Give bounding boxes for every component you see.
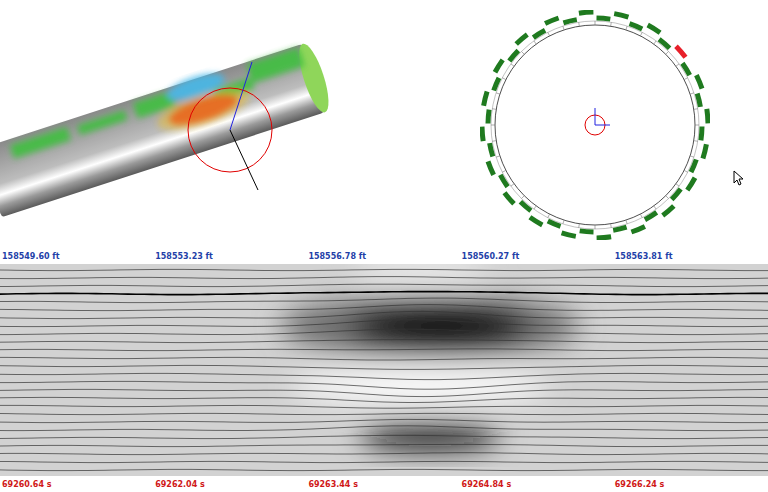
signal-trace bbox=[0, 340, 768, 343]
ring-segment bbox=[580, 231, 594, 232]
time-label: 69262.04 s bbox=[155, 480, 308, 489]
signal-trace bbox=[0, 269, 768, 270]
signal-trace bbox=[0, 298, 768, 303]
top-views bbox=[0, 0, 768, 248]
time-axis: 69260.64 s69262.04 s69263.44 s69264.84 s… bbox=[0, 476, 768, 492]
ring-segment bbox=[488, 161, 494, 175]
signal-trace bbox=[0, 311, 768, 318]
ring-segment bbox=[701, 127, 702, 141]
distance-label: 158553.23 ft bbox=[155, 252, 308, 261]
pipe-inspection-view: 158549.60 ft158553.23 ft158556.78 ft1585… bbox=[0, 0, 768, 492]
distance-label: 158563.81 ft bbox=[615, 252, 768, 261]
ring-segment bbox=[482, 127, 483, 142]
ring-segment bbox=[562, 233, 576, 237]
ring-segment bbox=[687, 178, 695, 190]
ring-segment bbox=[494, 78, 499, 91]
signal-trace bbox=[0, 320, 768, 327]
ring-segment bbox=[703, 144, 707, 158]
ring-segment bbox=[697, 93, 700, 106]
ring-segment bbox=[563, 20, 576, 23]
ring-segment bbox=[597, 18, 611, 19]
ring-segment bbox=[495, 60, 503, 72]
ring-segment bbox=[488, 110, 489, 124]
time-label: 69263.44 s bbox=[308, 480, 461, 489]
time-label: 69260.64 s bbox=[2, 480, 155, 489]
signal-trace bbox=[0, 329, 768, 334]
ring-segment bbox=[614, 14, 628, 18]
ring-segment bbox=[631, 226, 645, 232]
ring-segment bbox=[676, 46, 686, 57]
ring-panel bbox=[480, 0, 710, 244]
signal-trace bbox=[0, 397, 768, 402]
ring-segment bbox=[484, 92, 488, 106]
signal-trace bbox=[0, 389, 768, 396]
signal-trace bbox=[0, 373, 768, 379]
signal-trace bbox=[0, 349, 768, 351]
ring-segment bbox=[630, 24, 643, 29]
signal-trace bbox=[0, 444, 768, 446]
distance-label: 158556.78 ft bbox=[308, 252, 461, 261]
signal-trace bbox=[0, 426, 768, 431]
ring-segment bbox=[663, 206, 674, 216]
signal-trace bbox=[0, 461, 768, 462]
signal-trace bbox=[0, 381, 768, 389]
signal-trace bbox=[0, 284, 768, 286]
ring-segment bbox=[613, 227, 626, 230]
ring-segment bbox=[659, 39, 670, 48]
ring-segment bbox=[691, 160, 696, 173]
ring-segment bbox=[648, 25, 660, 33]
time-label: 69266.24 s bbox=[615, 480, 768, 489]
ring-segment bbox=[682, 63, 689, 75]
signal-trace bbox=[0, 277, 768, 279]
time-label: 69264.84 s bbox=[462, 480, 615, 489]
signal-trace bbox=[0, 292, 768, 295]
ring-segment bbox=[530, 217, 542, 225]
ring-segment bbox=[520, 202, 531, 211]
ring-segment bbox=[645, 212, 657, 219]
sensor-ring-view[interactable] bbox=[480, 10, 710, 240]
pipe-3d-view[interactable] bbox=[0, 0, 340, 248]
distance-label: 158549.60 ft bbox=[2, 252, 155, 261]
signal-trace bbox=[0, 413, 768, 414]
ring-segment bbox=[548, 221, 561, 226]
signal-trace bbox=[0, 435, 768, 438]
ring-segment bbox=[579, 12, 594, 13]
ring-segment bbox=[490, 143, 493, 156]
signal-trace bbox=[0, 469, 768, 470]
ring-segment bbox=[696, 75, 702, 89]
ring-segment bbox=[505, 193, 515, 204]
ring-segment bbox=[516, 35, 527, 45]
ring-segment bbox=[672, 189, 681, 200]
ring-segment bbox=[545, 18, 559, 24]
signal-trace bbox=[0, 419, 768, 422]
ring-segment bbox=[707, 109, 708, 124]
ring-segment bbox=[533, 30, 545, 37]
signal-trace bbox=[0, 405, 768, 408]
distance-label: 158560.27 ft bbox=[462, 252, 615, 261]
signal-trace bbox=[0, 365, 768, 369]
ring-segment bbox=[597, 237, 612, 238]
signal-trace bbox=[0, 453, 768, 455]
signal-trace bbox=[0, 357, 768, 360]
ring-segment bbox=[509, 50, 518, 61]
signal-trace-view[interactable] bbox=[0, 264, 768, 476]
mouse-cursor-icon bbox=[733, 170, 745, 186]
distance-axis: 158549.60 ft158553.23 ft158556.78 ft1585… bbox=[0, 248, 768, 264]
ring-segment bbox=[500, 175, 507, 187]
signal-trace bbox=[0, 305, 768, 311]
